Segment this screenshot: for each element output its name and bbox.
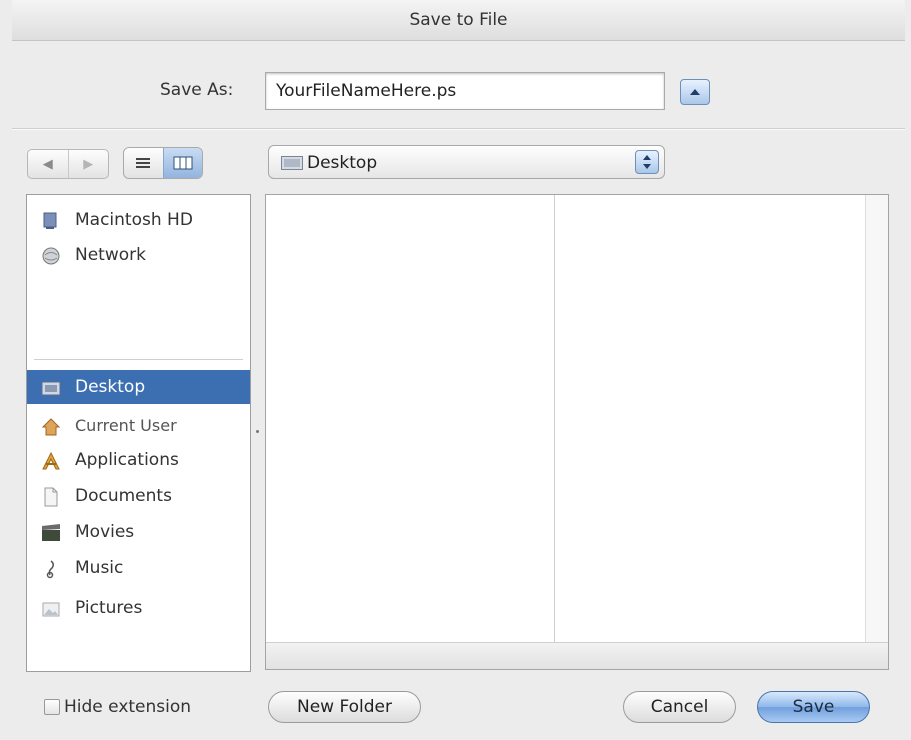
triangle-up-icon — [690, 89, 700, 95]
desktop-folder-icon — [41, 381, 61, 396]
sidebar-item-pictures[interactable]: Pictures — [27, 593, 250, 623]
file-browser — [265, 194, 889, 670]
filename-field[interactable]: YourFileNameHere.ps — [265, 72, 665, 110]
sidebar-item-network[interactable]: Network — [27, 240, 250, 270]
browser-column-1[interactable] — [266, 195, 555, 643]
sidebar: Macintosh HD Network Desktop Current Use… — [26, 194, 251, 672]
sidebar-item-desktop[interactable]: Desktop — [27, 370, 250, 404]
sidebar-item-label: Movies — [75, 522, 135, 542]
sidebar-divider — [34, 359, 243, 360]
save-as-label: Save As: — [160, 80, 234, 100]
column-view-button[interactable] — [162, 148, 202, 178]
sidebar-item-label: Documents — [75, 486, 172, 506]
location-label: Desktop — [307, 153, 378, 173]
vertical-scrollbar[interactable] — [865, 195, 888, 643]
sidebar-item-applications[interactable]: Applications — [27, 445, 250, 475]
documents-icon — [44, 487, 58, 507]
sidebar-item-documents[interactable]: Documents — [27, 481, 250, 511]
pictures-icon — [42, 602, 60, 617]
back-button[interactable]: ◀ — [28, 150, 68, 178]
navigation-buttons: ◀ ▶ — [27, 149, 109, 179]
dialog-title: Save to File — [409, 10, 508, 30]
sidebar-item-label: Music — [75, 558, 124, 578]
browser-column-2[interactable] — [555, 195, 866, 643]
cancel-button[interactable]: Cancel — [623, 691, 736, 723]
sidebar-item-label: Desktop — [75, 377, 146, 397]
header-divider — [12, 128, 905, 130]
dialog-titlebar: Save to File — [12, 0, 905, 41]
sidebar-item-label: Network — [75, 245, 146, 265]
applications-icon — [42, 451, 60, 470]
sidebar-item-label: Pictures — [75, 598, 143, 618]
sidebar-item-macintosh-hd[interactable]: Macintosh HD — [27, 205, 250, 235]
location-popup[interactable]: Desktop — [268, 145, 665, 179]
sidebar-item-label: Macintosh HD — [75, 210, 193, 230]
column-view-icon — [173, 156, 193, 170]
sidebar-resize-handle[interactable] — [256, 430, 259, 433]
network-globe-icon — [42, 247, 60, 265]
movies-icon — [42, 524, 60, 541]
sidebar-item-current-user[interactable]: Current User — [27, 411, 250, 441]
hide-extension-label: Hide extension — [64, 697, 192, 717]
forward-button[interactable]: ▶ — [67, 150, 109, 178]
music-icon — [46, 560, 55, 579]
home-icon — [41, 418, 61, 436]
desktop-folder-icon — [281, 156, 303, 170]
hide-extension-option[interactable]: Hide extension — [44, 697, 191, 717]
list-view-icon — [136, 158, 151, 168]
sidebar-item-label: Applications — [75, 450, 179, 470]
sidebar-item-label: Current User — [75, 416, 177, 435]
list-view-button[interactable] — [124, 148, 163, 178]
sidebar-item-movies[interactable]: Movies — [27, 517, 250, 547]
hide-extension-checkbox[interactable] — [44, 699, 60, 715]
forward-arrow-icon: ▶ — [83, 156, 94, 172]
save-button[interactable]: Save — [757, 691, 870, 723]
hard-drive-icon — [43, 212, 57, 229]
popup-arrows-icon — [635, 150, 659, 174]
back-arrow-icon: ◀ — [42, 156, 53, 172]
collapse-dialog-button[interactable] — [680, 79, 710, 105]
new-folder-button[interactable]: New Folder — [268, 691, 421, 723]
view-mode-toggle — [123, 147, 203, 179]
horizontal-scrollbar[interactable] — [266, 642, 888, 669]
sidebar-item-music[interactable]: Music — [27, 553, 250, 583]
